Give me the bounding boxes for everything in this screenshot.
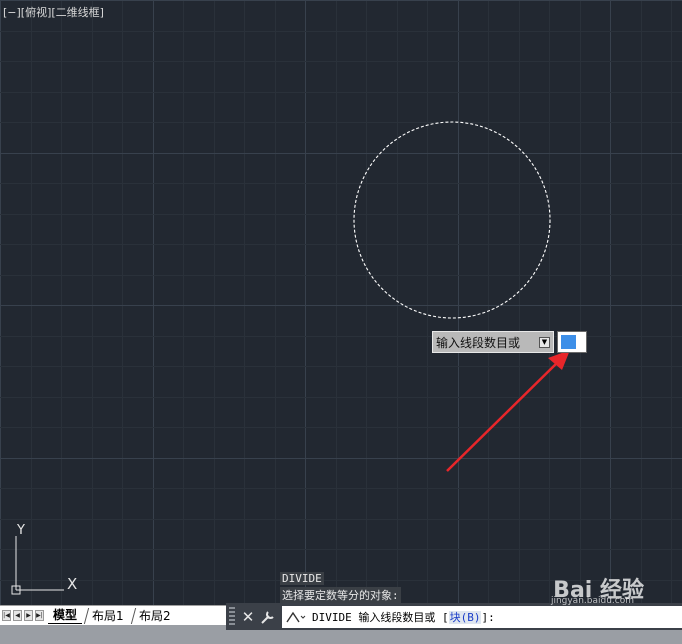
dynamic-input-tooltip: 输入线段数目或 ▼ [432,331,554,353]
prev-tab-icon[interactable]: ◀ [13,610,22,621]
drawing-viewport[interactable]: [−][俯视][二维线框] 输入线段数目或 ▼ Y X DIVIDE 选择要定数… [0,0,682,605]
command-line-bar: ✕ DIVIDE 输入线段数目或 [块(B)]: [226,603,682,630]
close-icon[interactable]: ✕ [239,608,257,626]
dropdown-arrow-icon[interactable]: ▼ [539,337,550,348]
command-prompt-icon[interactable] [284,608,306,626]
input-selection-highlight [561,335,576,349]
wrench-icon[interactable] [259,608,277,626]
drawing-objects [353,121,570,472]
command-history-line: DIVIDE [280,572,324,585]
dynamic-input-label: 输入线段数目或 [436,335,521,350]
ucs-y-label: Y [16,523,25,538]
ucs-x-label: X [67,575,77,593]
ucs-icon: Y X [11,523,77,595]
annotation-arrow-shaft [446,359,561,472]
first-tab-icon[interactable]: |◀ [2,610,11,621]
command-prompt-text: DIVIDE 输入线段数目或 [块(B)]: [312,611,495,624]
command-history-line: 选择要定数等分的对象: [280,587,401,603]
watermark-site: jingyan.baidu.com [550,596,634,606]
dynamic-input-field[interactable] [557,331,587,353]
layout-tab-strip: |◀ ◀ ▶ ▶| 模型 布局1 布局2 [0,605,226,625]
command-option-block[interactable]: 块(B) [448,611,482,624]
tab-layout1[interactable]: 布局1 [83,607,131,624]
last-tab-icon[interactable]: ▶| [35,610,44,621]
selected-circle[interactable] [353,121,551,319]
next-tab-icon[interactable]: ▶ [24,610,33,621]
drag-handle-icon[interactable] [229,606,235,627]
tab-layout2[interactable]: 布局2 [130,607,178,624]
tab-model[interactable]: 模型 [48,607,83,624]
command-input[interactable]: DIVIDE 输入线段数目或 [块(B)]: [282,606,682,628]
